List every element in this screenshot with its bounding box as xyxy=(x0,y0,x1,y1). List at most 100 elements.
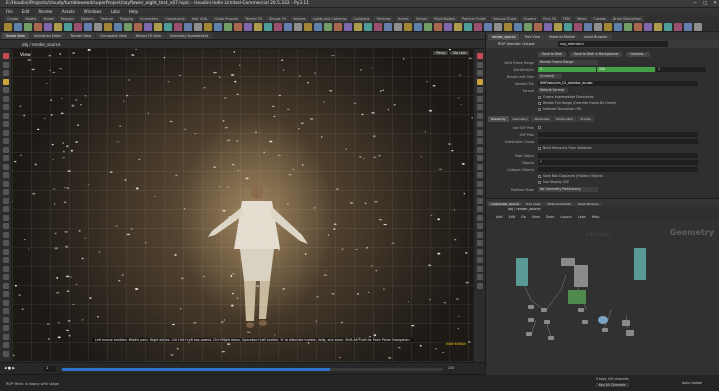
tab-animation-editor[interactable]: Animation Editor xyxy=(29,33,66,39)
shelf-tool-icon[interactable] xyxy=(84,23,92,31)
shelf-tool-icon[interactable] xyxy=(24,23,32,31)
shelf-tab[interactable]: Create xyxy=(4,15,22,22)
shelf-tool-icon[interactable] xyxy=(164,23,172,31)
shelf-tool-icon[interactable] xyxy=(314,23,322,31)
partition-menu[interactable]: No Geometry Partitioning xyxy=(538,187,598,192)
shelf-tool-icon[interactable] xyxy=(14,23,22,31)
create-dirs-checkbox[interactable] xyxy=(538,96,541,99)
shelf-tool-icon[interactable] xyxy=(464,23,472,31)
shelf-tool-icon[interactable] xyxy=(544,23,552,31)
network-path[interactable]: obj / render_source xyxy=(508,207,541,211)
shelf-tool-icon[interactable] xyxy=(594,23,602,31)
shelf-tool-icon[interactable] xyxy=(474,23,482,31)
menu-view[interactable]: View xyxy=(532,215,540,219)
tool-icon[interactable] xyxy=(3,112,9,119)
shelf-tool-icon[interactable] xyxy=(64,23,72,31)
frame-range-menu[interactable]: Render Frame Range xyxy=(538,60,598,65)
network-node[interactable] xyxy=(602,328,608,332)
shelf-tab[interactable]: Terrain FX xyxy=(242,15,266,22)
shelf-tool-icon[interactable] xyxy=(574,23,582,31)
tab-attributes[interactable]: Attributes xyxy=(531,116,553,122)
tool-icon[interactable] xyxy=(3,265,9,272)
tool-icon[interactable] xyxy=(3,180,9,187)
tool-icon[interactable] xyxy=(477,214,483,221)
shelf-tool-icon[interactable] xyxy=(644,23,652,31)
shelf-tool-icon[interactable] xyxy=(584,23,592,31)
shelf-tool-icon[interactable] xyxy=(504,23,512,31)
shelf-tool-icon[interactable] xyxy=(204,23,212,31)
network-node[interactable] xyxy=(582,320,588,324)
tool-icon[interactable] xyxy=(477,53,483,59)
tool-icon[interactable] xyxy=(3,274,9,280)
scene-viewport[interactable]: View Persp No cam Left mouse tumbles. Mi… xyxy=(12,49,473,362)
network-node[interactable] xyxy=(622,320,630,326)
alembic-file-field[interactable]: $HIP/abc/sim_01_alembic_ex.abc xyxy=(538,81,698,86)
shelf-tool-icon[interactable] xyxy=(274,23,282,31)
tool-icon[interactable] xyxy=(477,231,483,238)
display-menu[interactable]: No cam xyxy=(450,51,469,55)
network-node[interactable] xyxy=(516,258,528,286)
controls-button[interactable]: Controls... xyxy=(626,52,651,57)
shelf-tool-icon[interactable] xyxy=(154,23,162,31)
tool-icon[interactable] xyxy=(3,342,9,348)
take-menu[interactable]: (Current) xyxy=(538,74,562,79)
tool-icon[interactable] xyxy=(3,223,9,229)
shelf-tool-icon[interactable] xyxy=(344,23,352,31)
tool-icon[interactable] xyxy=(477,129,483,136)
tool-icon[interactable] xyxy=(3,214,9,221)
tool-icon[interactable] xyxy=(3,104,9,110)
shelf-tab[interactable]: Polygon xyxy=(57,15,78,22)
shelf-tool-icon[interactable] xyxy=(674,23,682,31)
shelf-tab[interactable]: Rigging xyxy=(117,15,136,22)
shelf-tool-icon[interactable] xyxy=(184,23,192,31)
menu-go[interactable]: Go xyxy=(521,215,526,219)
network-node[interactable] xyxy=(568,290,586,304)
shelf-tab[interactable]: Model xyxy=(40,15,57,22)
shelf-tool-icon[interactable] xyxy=(634,23,642,31)
shelf-tab[interactable]: Modify xyxy=(22,15,40,22)
network-node[interactable] xyxy=(574,265,588,287)
tool-icon[interactable] xyxy=(477,155,483,161)
tool-icon[interactable] xyxy=(477,248,483,255)
tool-icon[interactable] xyxy=(477,121,483,127)
network-node[interactable] xyxy=(526,332,532,336)
tool-icon[interactable] xyxy=(3,95,9,102)
tool-icon[interactable] xyxy=(3,155,9,161)
shelf-tool-icon[interactable] xyxy=(664,23,672,31)
shelf-tab[interactable]: Lights and Cameras xyxy=(309,15,350,22)
node-name-field[interactable]: rop_alembic1 xyxy=(558,41,668,47)
shelf-tool-icon[interactable] xyxy=(524,23,532,31)
save-to-disk-button[interactable]: Save to Disk xyxy=(538,52,566,57)
shelf-tab[interactable]: Rigid Bodies xyxy=(431,15,459,22)
tool-icon[interactable] xyxy=(3,325,9,331)
tab-motion-fx-view[interactable]: Motion FX View xyxy=(131,33,165,39)
shelf-tab[interactable]: Drive Simulation xyxy=(609,15,644,22)
tool-icon[interactable] xyxy=(477,206,483,212)
build-hierarchy-checkbox[interactable] xyxy=(538,147,541,150)
network-node[interactable] xyxy=(548,336,554,340)
shelf-tool-icon[interactable] xyxy=(134,23,142,31)
tool-icon[interactable] xyxy=(3,121,9,127)
shelf-tool-icon[interactable] xyxy=(424,23,432,31)
shelf-tab[interactable]: Constraints xyxy=(162,15,188,22)
subdivision-group-field[interactable] xyxy=(538,139,698,144)
tool-icon[interactable] xyxy=(477,282,483,289)
shelf-tab[interactable]: Particles xyxy=(373,15,394,22)
menu-assets[interactable]: Assets xyxy=(62,9,75,14)
shelf-tool-icon[interactable] xyxy=(294,23,302,31)
tool-icon[interactable] xyxy=(3,189,9,195)
root-object-field[interactable] xyxy=(538,153,698,158)
shelf-tab[interactable]: Pyro FX xyxy=(540,15,559,22)
shelf-tool-icon[interactable] xyxy=(354,23,362,31)
tab-geometry[interactable]: Geometry xyxy=(509,116,531,122)
shelf-tool-icon[interactable] xyxy=(234,23,242,31)
close-button[interactable]: ✕ xyxy=(713,1,717,6)
sop-path-field[interactable] xyxy=(538,132,698,137)
shelf-tool-icon[interactable] xyxy=(264,23,272,31)
shelf-tool-icon[interactable] xyxy=(534,23,542,31)
tool-icon[interactable] xyxy=(477,240,483,246)
menu-windows[interactable]: Windows xyxy=(84,9,102,14)
tool-icon[interactable] xyxy=(3,248,9,255)
network-node[interactable] xyxy=(544,320,550,324)
tool-icon[interactable] xyxy=(3,61,9,68)
